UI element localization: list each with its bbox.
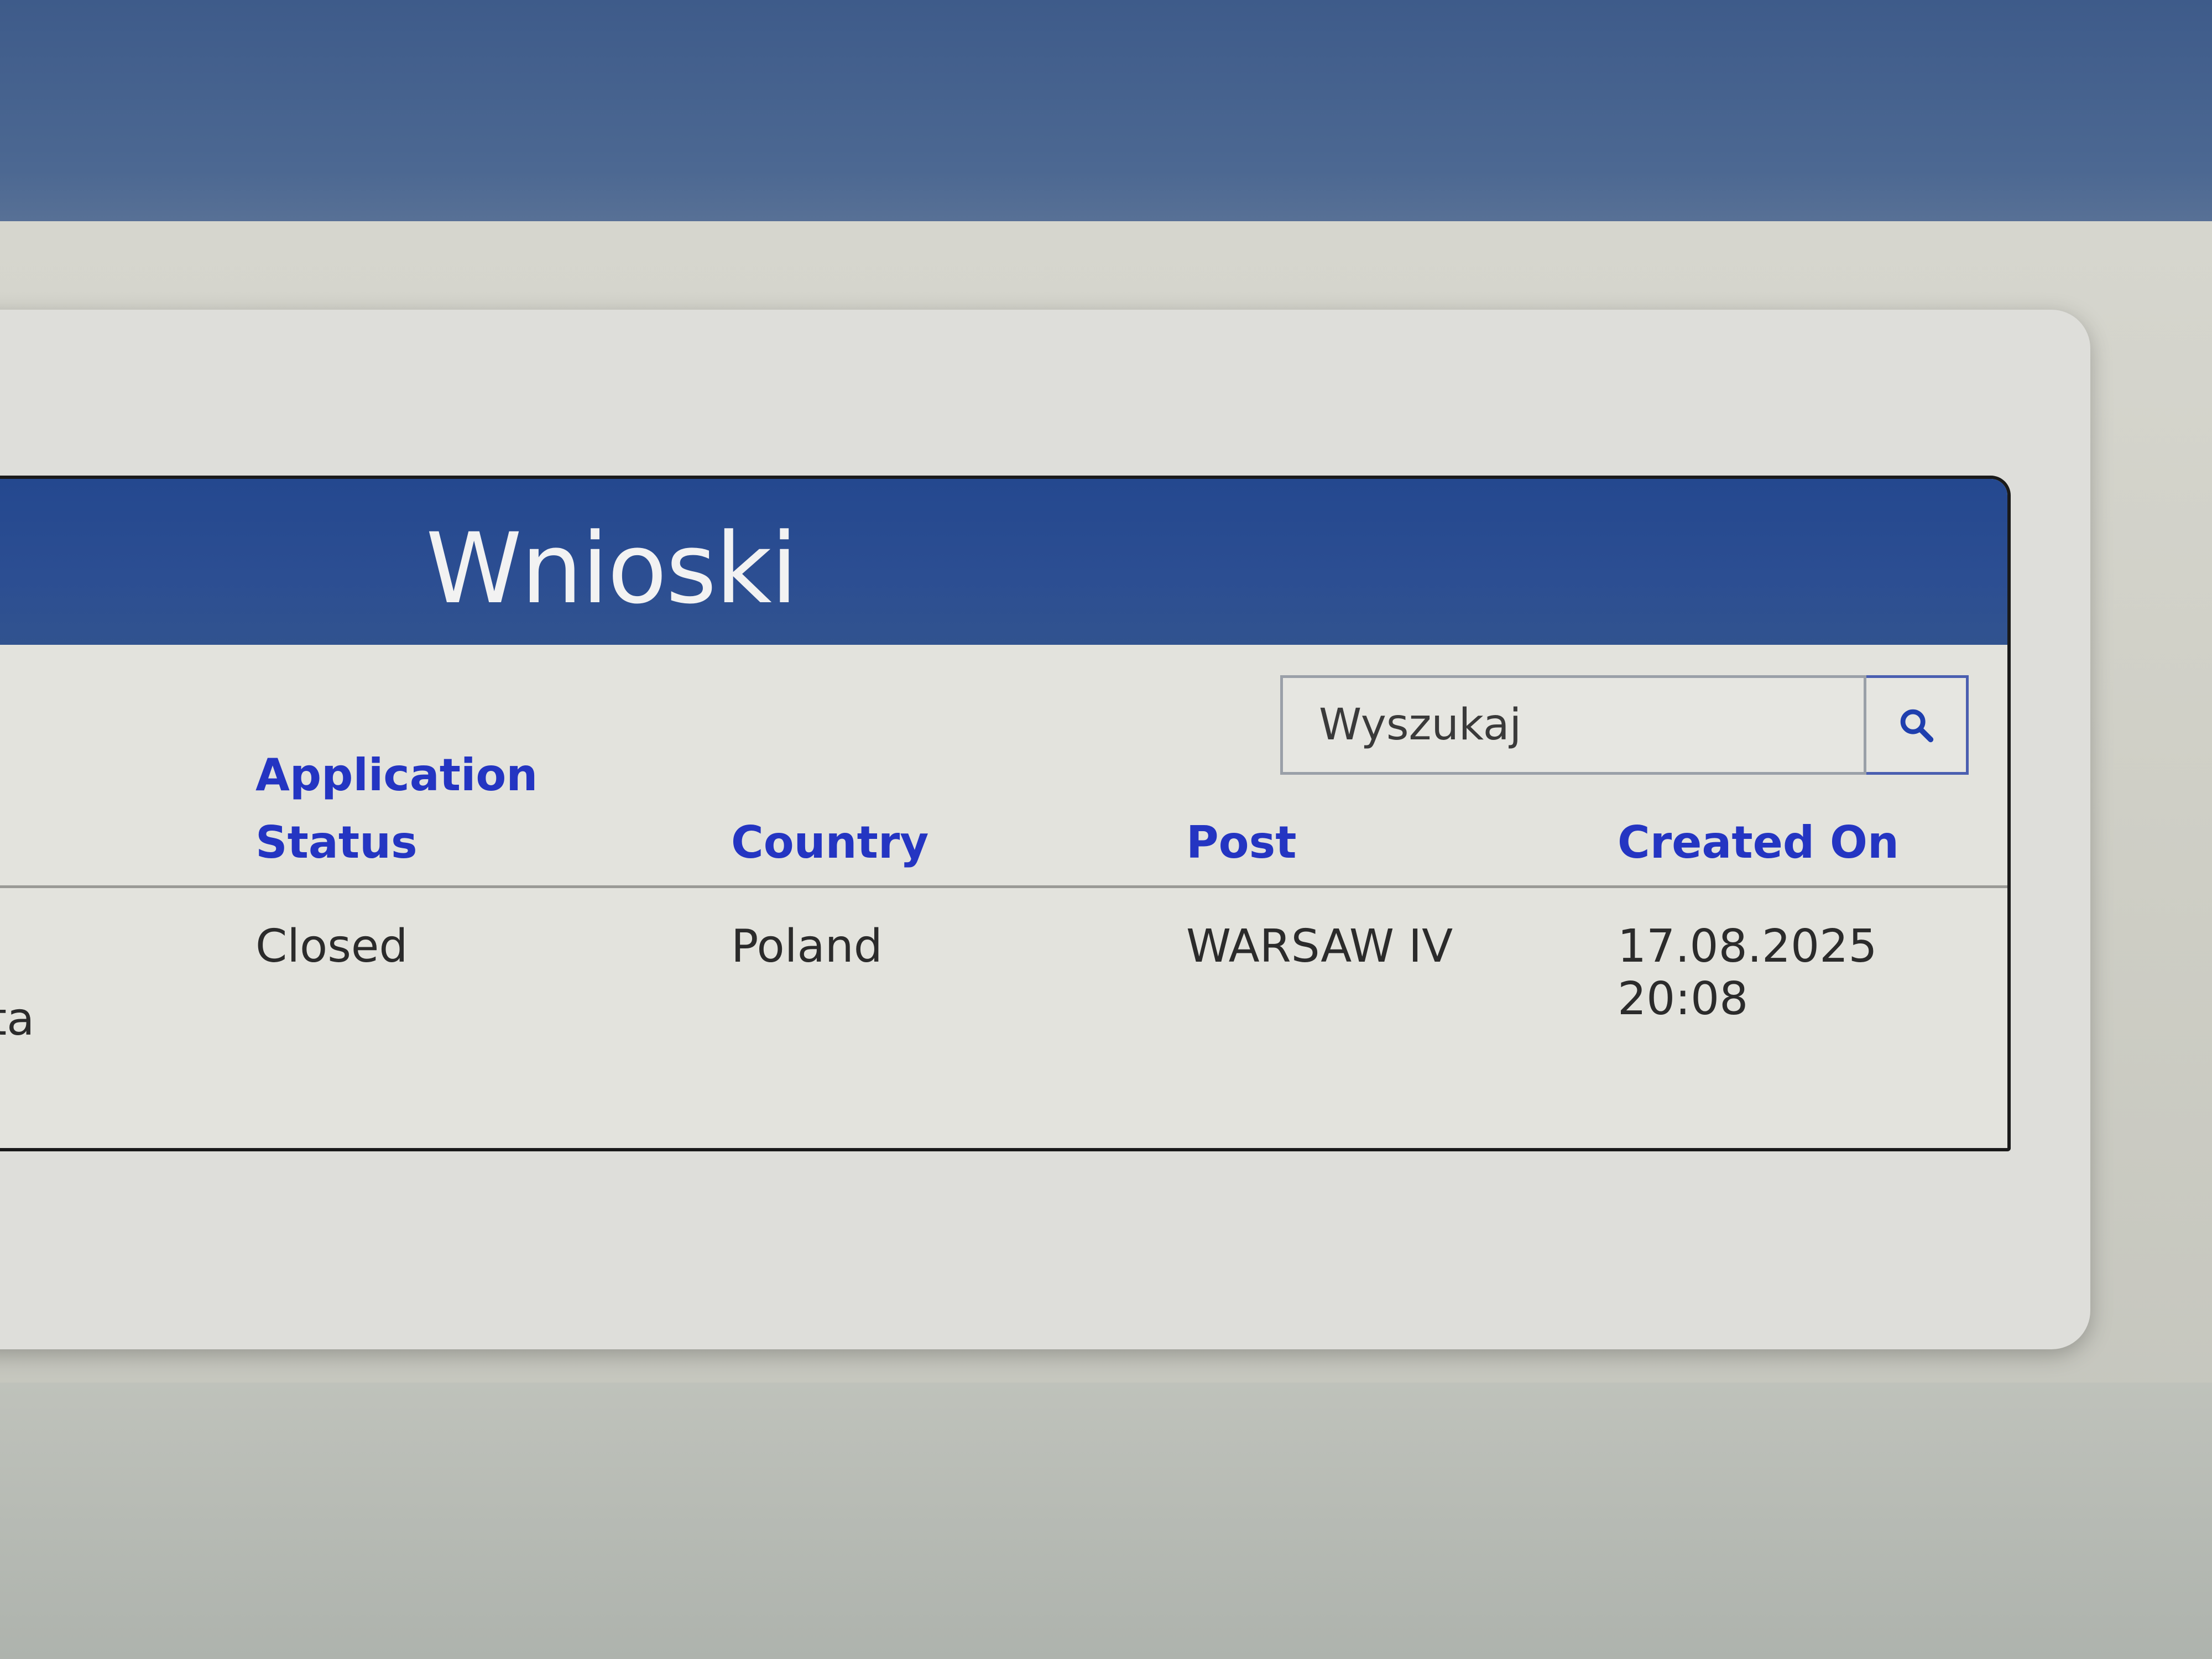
table-row[interactable]: ta Closed Poland WARSAW IV 17.08.2025 20… <box>0 888 2007 1076</box>
column-header-application-status[interactable]: Application Status <box>255 742 587 877</box>
applications-card: Wnioski Application Status Country Post … <box>0 476 2011 1151</box>
search-bar <box>1280 675 1969 775</box>
search-button[interactable] <box>1866 675 1969 775</box>
cell-leading-text: ta <box>0 993 35 1046</box>
cell-country: Poland <box>731 920 883 973</box>
search-icon <box>1900 709 1934 743</box>
cell-application-status: Closed <box>255 920 408 973</box>
column-header-post[interactable]: Post <box>1186 809 1296 877</box>
cell-created-on: 17.08.2025 20:08 <box>1618 920 1877 1025</box>
column-header-country[interactable]: Country <box>731 809 928 877</box>
cell-post: WARSAW IV <box>1186 920 1453 973</box>
background-bottom <box>0 1383 2212 1659</box>
column-header-created-on[interactable]: Created On <box>1618 809 1899 877</box>
card-header: Wnioski <box>0 479 2007 645</box>
page-title: Wnioski <box>426 512 798 625</box>
search-input[interactable] <box>1280 675 1866 775</box>
